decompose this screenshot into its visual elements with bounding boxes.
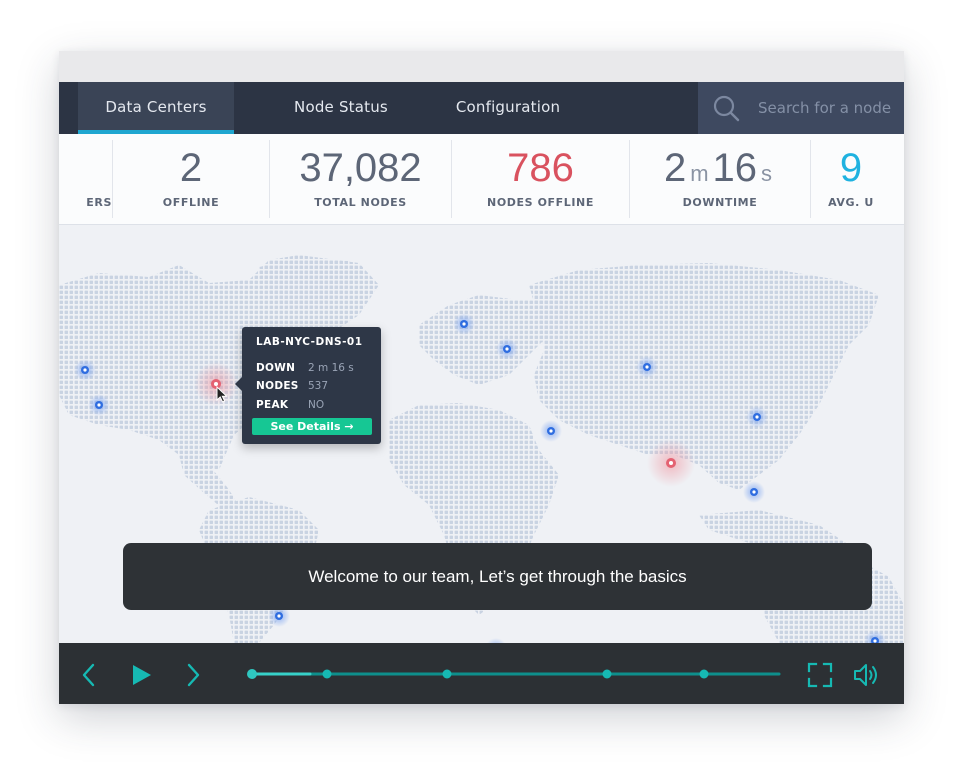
tab-data-centers[interactable]: Data Centers: [78, 82, 234, 134]
caption-text: Welcome to our team, Let’s get through t…: [123, 543, 872, 610]
progress-bar[interactable]: [245, 665, 781, 683]
tooltip-value-down: 2 m 16 s: [308, 362, 354, 374]
downtime-minutes-unit: m: [690, 161, 709, 186]
stat-value: 2: [179, 146, 203, 190]
datacenter-marker-north-america-west[interactable]: [74, 359, 96, 381]
datacenter-marker-europe-west[interactable]: [453, 313, 475, 335]
datacenter-marker-asia-north[interactable]: [636, 356, 658, 378]
datacenter-marker-east-asia[interactable]: [746, 406, 768, 428]
stat-data-centers: ERS: [59, 134, 112, 224]
continent-asia: [529, 263, 879, 490]
datacenter-marker-europe-east[interactable]: [496, 338, 518, 360]
tab-configuration[interactable]: Configuration: [443, 82, 573, 134]
stat-label: NODES OFFLINE: [487, 196, 594, 209]
node-tooltip: LAB-NYC-DNS-01 DOWN 2 m 16 s NODES 537 P…: [235, 327, 381, 444]
stat-value: 9: [839, 146, 863, 190]
stat-label: ERS: [86, 196, 112, 209]
stat-label: TOTAL NODES: [314, 196, 407, 209]
play-icon[interactable]: [131, 663, 153, 687]
downtime-minutes: 2: [663, 146, 687, 190]
fullscreen-icon[interactable]: [807, 662, 833, 688]
search-box[interactable]: Search for a node: [698, 82, 904, 134]
datacenter-marker-nyc[interactable]: [194, 362, 238, 406]
tooltip-title: LAB-NYC-DNS-01: [256, 336, 363, 348]
progress-handle[interactable]: [247, 669, 257, 679]
tooltip-value-nodes: 537: [308, 380, 329, 392]
stats-bar: ERS 2 OFFLINE 37,082 TOTAL NODES 786 NOD…: [59, 134, 904, 225]
top-nav: Data Centers Node Status Configuration S…: [59, 82, 904, 134]
search-icon: [713, 95, 740, 122]
stat-avg-uptime: 9 AVG. U: [811, 134, 904, 224]
datacenter-marker-north-america-southwest[interactable]: [88, 394, 110, 416]
chapter-marker[interactable]: [602, 669, 612, 679]
chapter-marker[interactable]: [699, 669, 709, 679]
stat-label: OFFLINE: [162, 196, 220, 209]
see-details-button[interactable]: See Details →: [252, 418, 372, 435]
tooltip-key-nodes: NODES: [256, 380, 299, 392]
datacenter-marker-middle-east[interactable]: [540, 420, 562, 442]
tooltip-key-peak: PEAK: [256, 399, 289, 411]
stat-label: AVG. U: [828, 196, 874, 209]
app-window: Data Centers Node Status Configuration S…: [59, 51, 904, 704]
datacenter-marker-south-asia[interactable]: [647, 439, 695, 487]
stat-offline: 2 OFFLINE: [113, 134, 269, 224]
volume-icon[interactable]: [853, 662, 881, 688]
player-controls: [59, 643, 904, 704]
tooltip-value-peak: NO: [308, 399, 325, 411]
chevron-right-icon[interactable]: [185, 663, 201, 687]
stat-value: 37,082: [299, 146, 422, 190]
datacenter-marker-southeast-asia[interactable]: [743, 481, 765, 503]
chapter-marker[interactable]: [442, 669, 452, 679]
stat-nodes-offline: 786 NODES OFFLINE: [452, 134, 629, 224]
stat-value: 786: [507, 146, 574, 190]
tooltip-key-down: DOWN: [256, 362, 296, 374]
chevron-left-icon[interactable]: [81, 663, 97, 687]
tab-node-status[interactable]: Node Status: [281, 82, 401, 134]
stat-total-nodes: 37,082 TOTAL NODES: [270, 134, 451, 224]
search-input[interactable]: Search for a node: [758, 82, 891, 134]
window-chrome: [59, 51, 904, 82]
chapter-marker[interactable]: [322, 669, 332, 679]
